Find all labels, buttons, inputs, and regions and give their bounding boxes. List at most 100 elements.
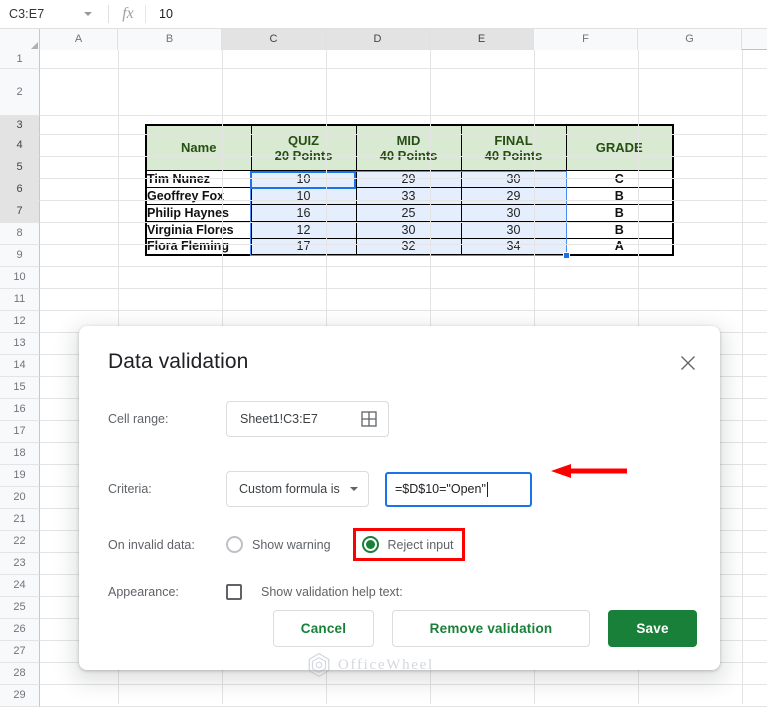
cell-final[interactable]: 29 [460, 186, 567, 205]
save-button[interactable]: Save [608, 610, 697, 647]
table-row: Geoffrey Fox 10 33 29 B [145, 186, 674, 205]
cell-quiz[interactable]: 10 [250, 186, 357, 205]
row-header-24[interactable]: 24 [0, 575, 40, 597]
student-grades-table: Name QUIZ 20 Points MID 40 Points FINAL … [145, 124, 674, 256]
radio-icon-checked[interactable] [361, 536, 379, 553]
column-header-A[interactable]: A [40, 29, 118, 50]
column-header-E[interactable]: E [430, 29, 534, 50]
cell-name[interactable]: Philip Haynes [145, 203, 252, 222]
criteria-type-dropdown[interactable]: Custom formula is [226, 471, 369, 507]
row-header-2[interactable]: 2 [0, 69, 40, 116]
cancel-button[interactable]: Cancel [273, 610, 374, 647]
formula-input[interactable]: 10 [146, 7, 173, 21]
text-cursor [486, 481, 488, 497]
table-body: Tim Nunez102930CGeoffrey Fox103329BPhili… [145, 169, 674, 256]
fx-icon: fx [122, 5, 134, 22]
watermark: OfficeWheel [306, 652, 434, 678]
name-box[interactable]: C3:E7 [0, 0, 104, 29]
data-validation-dialog: Data validation Cell range: Sheet1!C3:E7… [79, 326, 720, 670]
select-all-corner[interactable] [0, 29, 40, 50]
criteria-selected-option: Custom formula is [239, 482, 340, 496]
cell-name[interactable]: Geoffrey Fox [145, 186, 252, 205]
cell-grade[interactable]: B [565, 203, 674, 222]
column-header-B[interactable]: B [118, 29, 222, 50]
divider [108, 5, 109, 23]
row-header-12[interactable]: 12 [0, 311, 40, 333]
grid-line-horizontal [40, 68, 767, 69]
grid-picker-icon[interactable] [361, 411, 377, 427]
cell-grade[interactable]: B [565, 220, 674, 239]
show-validation-help-text-checkbox[interactable] [226, 584, 242, 600]
appearance-row: Appearance: Show validation help text: [108, 584, 403, 600]
cell-quiz[interactable]: 12 [250, 220, 357, 239]
grid-line-horizontal [40, 200, 767, 201]
highlight-box-reject-input: Reject input [352, 528, 465, 561]
row-header-4[interactable]: 4 [0, 135, 40, 157]
row-header-5[interactable]: 5 [0, 157, 40, 179]
chevron-down-icon[interactable] [84, 11, 92, 16]
row-header-16[interactable]: 16 [0, 399, 40, 421]
row-header-18[interactable]: 18 [0, 443, 40, 465]
row-header-6[interactable]: 6 [0, 179, 40, 201]
cell-mid[interactable]: 32 [355, 237, 462, 256]
row-header-9[interactable]: 9 [0, 245, 40, 267]
row-header-25[interactable]: 25 [0, 597, 40, 619]
row-header-21[interactable]: 21 [0, 509, 40, 531]
table-row: Virginia Flores 12 30 30 B [145, 220, 674, 239]
cell-mid[interactable]: 30 [355, 220, 462, 239]
row-header-27[interactable]: 27 [0, 641, 40, 663]
cell-range-label: Cell range: [108, 412, 169, 426]
row-header-8[interactable]: 8 [0, 223, 40, 245]
header-line1: MID [396, 132, 421, 148]
row-header-23[interactable]: 23 [0, 553, 40, 575]
close-icon[interactable] [676, 351, 700, 375]
custom-formula-input[interactable]: =$D$10="Open" [385, 471, 532, 507]
row-header-13[interactable]: 13 [0, 333, 40, 355]
cell-mid[interactable]: 25 [355, 203, 462, 222]
name-box-value: C3:E7 [9, 7, 45, 21]
row-header-15[interactable]: 15 [0, 377, 40, 399]
radio-reject-input-label[interactable]: Reject input [388, 538, 454, 552]
row-header-17[interactable]: 17 [0, 421, 40, 443]
cell-range-value: Sheet1!C3:E7 [240, 412, 318, 426]
cell-name[interactable]: Virginia Flores [145, 220, 252, 239]
cell-final[interactable]: 34 [460, 237, 567, 256]
cell-grade[interactable]: B [565, 186, 674, 205]
remove-validation-button[interactable]: Remove validation [392, 610, 590, 647]
cell-grade[interactable]: A [565, 237, 674, 256]
row-header-19[interactable]: 19 [0, 465, 40, 487]
grid-line-horizontal [40, 288, 767, 289]
column-header-D[interactable]: D [326, 29, 430, 50]
grid-line-horizontal [40, 310, 767, 311]
cell-range-input[interactable]: Sheet1!C3:E7 [226, 401, 389, 437]
dialog-button-row: Cancel Remove validation Save [273, 610, 697, 647]
column-header-G[interactable]: G [638, 29, 742, 50]
radio-show-warning[interactable]: Show warning [226, 536, 331, 553]
column-header-F[interactable]: F [534, 29, 638, 50]
grid-line-horizontal [40, 266, 767, 267]
row-header-28[interactable]: 28 [0, 663, 40, 685]
row-header-22[interactable]: 22 [0, 531, 40, 553]
cell-final[interactable]: 30 [460, 203, 567, 222]
row-header-1[interactable]: 1 [0, 50, 40, 69]
cell-range-row: Cell range: Sheet1!C3:E7 [108, 401, 389, 437]
row-header-20[interactable]: 20 [0, 487, 40, 509]
row-header-26[interactable]: 26 [0, 619, 40, 641]
row-header-14[interactable]: 14 [0, 355, 40, 377]
cell-final[interactable]: 30 [460, 220, 567, 239]
row-header-10[interactable]: 10 [0, 267, 40, 289]
cell-quiz[interactable]: 16 [250, 203, 357, 222]
cell-quiz[interactable]: 17 [250, 237, 357, 256]
cell-name[interactable]: Flora Fleming [145, 237, 252, 256]
row-header-3[interactable]: 3 [0, 116, 40, 135]
row-header-7[interactable]: 7 [0, 201, 40, 223]
grid-line-horizontal [40, 222, 767, 223]
row-header-11[interactable]: 11 [0, 289, 40, 311]
table-row: Philip Haynes 16 25 30 B [145, 203, 674, 222]
header-line1: GRADE [595, 140, 643, 156]
column-header-name: Name [145, 124, 252, 171]
column-header-C[interactable]: C [222, 29, 326, 50]
cell-mid[interactable]: 33 [355, 186, 462, 205]
column-header-grade: GRADE [565, 124, 674, 171]
radio-icon-unchecked [226, 536, 243, 553]
